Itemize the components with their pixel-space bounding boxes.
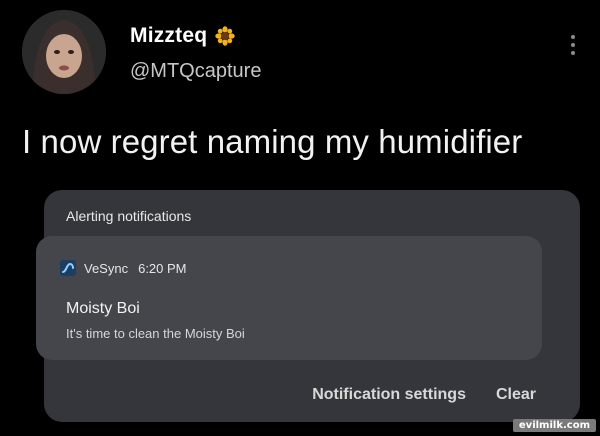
- app-row: VeSync 6:20 PM: [60, 260, 187, 276]
- notification-time: 6:20 PM: [138, 260, 187, 276]
- tweet-header: Mizzteq @MTQcapture: [22, 10, 582, 100]
- user-handle[interactable]: @MTQcapture: [130, 60, 261, 83]
- display-name[interactable]: Mizzteq: [130, 24, 207, 48]
- notification-card[interactable]: VeSync 6:20 PM Moisty Boi It's time to c…: [36, 236, 542, 360]
- notification-body: It's time to clean the Moisty Boi: [66, 326, 245, 341]
- panel-title: Alerting notifications: [66, 208, 192, 224]
- sunflower-icon: [215, 26, 235, 46]
- name-row: Mizzteq: [130, 24, 235, 48]
- vesync-app-icon: [60, 260, 76, 276]
- notification-title: Moisty Boi: [66, 300, 140, 317]
- notification-actions: Notification settings Clear: [312, 386, 536, 404]
- more-options-icon[interactable]: [570, 34, 576, 56]
- avatar-image: [22, 10, 106, 94]
- clear-button[interactable]: Clear: [496, 386, 536, 404]
- avatar[interactable]: [22, 10, 106, 94]
- notification-settings-button[interactable]: Notification settings: [312, 386, 466, 404]
- tweet-text: I now regret naming my humidifier: [22, 123, 523, 160]
- app-name: VeSync: [84, 260, 129, 276]
- watermark: evilmilk.com: [512, 419, 596, 432]
- notification-panel: Alerting notifications VeSync 6:20 PM Mo…: [36, 190, 580, 422]
